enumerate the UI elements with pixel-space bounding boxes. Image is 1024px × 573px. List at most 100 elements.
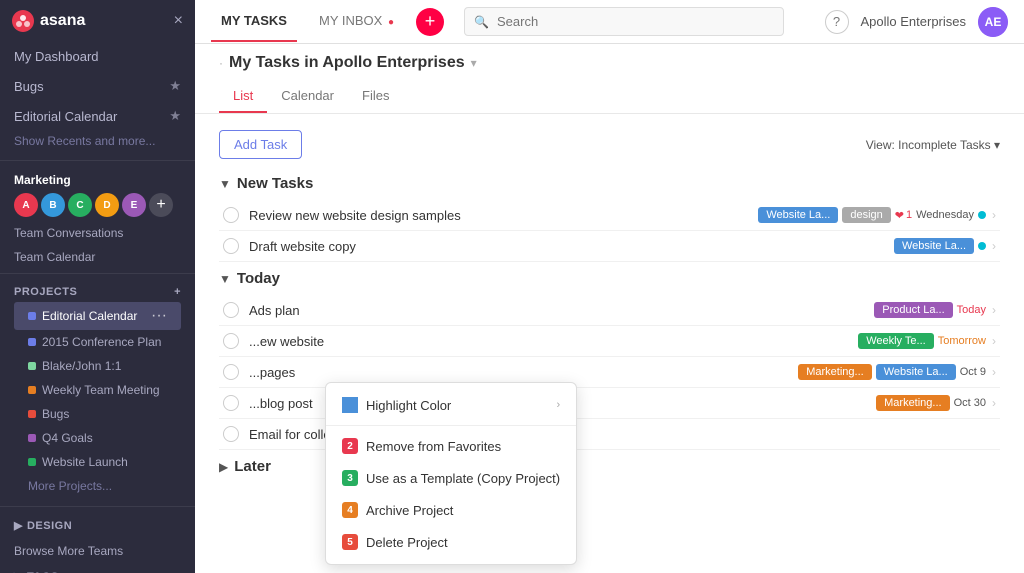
task-arrow-icon[interactable]: ›	[992, 365, 996, 379]
menu-item-archive-project[interactable]: 4 Archive Project	[326, 494, 576, 526]
sidebar-item-editorial-calendar[interactable]: Editorial Calendar ···	[14, 302, 181, 330]
search-icon: 🔍	[474, 15, 489, 29]
due-date: Today	[957, 304, 986, 316]
task-checkbox[interactable]	[223, 333, 239, 349]
top-right: ? Apollo Enterprises AE	[825, 7, 1009, 37]
add-project-icon[interactable]: +	[174, 286, 181, 298]
design-section-header[interactable]: ▶ DESIGN	[14, 519, 181, 532]
browse-teams-link[interactable]: Browse More Teams	[0, 540, 195, 562]
task-arrow-icon[interactable]: ›	[992, 239, 996, 253]
more-projects-link[interactable]: More Projects...	[14, 474, 181, 498]
task-name: ...ew website	[249, 334, 848, 349]
page-title-dropdown-icon[interactable]: ▾	[471, 56, 477, 70]
section-divider	[0, 506, 195, 507]
marketing-team-name: Marketing	[14, 173, 181, 187]
project-label: Bugs	[42, 407, 69, 421]
today-section-header: ▼ Today	[219, 270, 1000, 287]
add-button[interactable]: +	[416, 8, 444, 36]
page-title-row: · My Tasks in Apollo Enterprises ▾	[219, 54, 1000, 72]
add-member-button[interactable]: +	[149, 193, 173, 217]
sidebar-item-conference-plan[interactable]: 2015 Conference Plan	[14, 330, 181, 354]
project-more-icon[interactable]: ···	[151, 307, 167, 325]
view-tabs: List Calendar Files	[219, 80, 1000, 113]
tab-files[interactable]: Files	[348, 80, 403, 113]
task-name: ...pages	[249, 365, 788, 380]
chevron-right-icon: ▶	[14, 519, 23, 532]
avatar: D	[95, 193, 119, 217]
task-arrow-icon[interactable]: ›	[992, 334, 996, 348]
search-input[interactable]	[464, 7, 784, 36]
sidebar-item-bugs[interactable]: Bugs ★	[0, 71, 195, 101]
task-checkbox[interactable]	[223, 207, 239, 223]
menu-item-number-badge: 2	[342, 438, 358, 454]
sidebar-item-website-launch[interactable]: Website Launch	[14, 450, 181, 474]
design-section: ▶ DESIGN	[0, 511, 195, 540]
table-row: Draft website copy Website La... ›	[219, 231, 1000, 262]
sidebar-item-blake-john[interactable]: Blake/John 1:1	[14, 354, 181, 378]
task-tags: Product La... Today ›	[874, 302, 996, 318]
sidebar: asana × My Dashboard Bugs ★ Editorial Ca…	[0, 0, 195, 573]
design-label: DESIGN	[27, 520, 72, 532]
tab-my-tasks[interactable]: MY TASKS	[211, 1, 297, 42]
page-header: · My Tasks in Apollo Enterprises ▾ List …	[195, 44, 1024, 114]
task-arrow-icon[interactable]: ›	[992, 303, 996, 317]
section-divider	[0, 160, 195, 161]
sidebar-header: asana ×	[0, 0, 195, 42]
project-color-dot	[28, 386, 36, 394]
project-color-dot	[28, 458, 36, 466]
new-tasks-section-header: ▼ New Tasks	[219, 175, 1000, 192]
close-sidebar-button[interactable]: ×	[174, 12, 183, 30]
tab-list[interactable]: List	[219, 80, 267, 113]
menu-item-remove-favorites[interactable]: 2 Remove from Favorites	[326, 430, 576, 462]
menu-item-number-badge: 5	[342, 534, 358, 550]
later-title: Later	[234, 458, 271, 475]
color-square-icon	[342, 397, 358, 413]
task-checkbox[interactable]	[223, 426, 239, 442]
avatar: C	[68, 193, 92, 217]
menu-item-delete-project[interactable]: 5 Delete Project	[326, 526, 576, 558]
section-toggle-icon[interactable]: ▼	[219, 272, 231, 286]
marketing-team-section: Marketing A B C D E +	[0, 165, 195, 221]
sidebar-item-q4-goals[interactable]: Q4 Goals	[14, 426, 181, 450]
menu-item-use-template[interactable]: 3 Use as a Template (Copy Project)	[326, 462, 576, 494]
task-tags: Website La... ›	[894, 238, 996, 254]
tag: Weekly Te...	[858, 333, 934, 349]
section-toggle-icon[interactable]: ▶	[219, 460, 228, 474]
task-name: Ads plan	[249, 303, 864, 318]
sidebar-item-editorial[interactable]: Editorial Calendar ★	[0, 101, 195, 131]
new-tasks-title: New Tasks	[237, 175, 313, 192]
sidebar-item-dashboard[interactable]: My Dashboard	[0, 42, 195, 71]
tag: Marketing...	[798, 364, 871, 380]
tab-my-inbox-label: MY INBOX	[319, 13, 382, 28]
user-avatar: AE	[978, 7, 1008, 37]
avatar: A	[14, 193, 38, 217]
view-selector[interactable]: View: Incomplete Tasks ▾	[866, 138, 1000, 152]
task-checkbox[interactable]	[223, 395, 239, 411]
help-button[interactable]: ?	[825, 10, 849, 34]
task-checkbox[interactable]	[223, 238, 239, 254]
content-toolbar: Add Task View: Incomplete Tasks ▾	[219, 130, 1000, 159]
menu-item-label: Delete Project	[366, 535, 448, 550]
sidebar-item-bugs[interactable]: Bugs	[14, 402, 181, 426]
task-checkbox[interactable]	[223, 364, 239, 380]
add-task-button[interactable]: Add Task	[219, 130, 302, 159]
avatar: B	[41, 193, 65, 217]
sidebar-item-weekly-meeting[interactable]: Weekly Team Meeting	[14, 378, 181, 402]
team-conversations-link[interactable]: Team Conversations	[0, 221, 195, 245]
tab-calendar[interactable]: Calendar	[267, 80, 348, 113]
show-recents-link[interactable]: Show Recents and more...	[0, 131, 195, 156]
project-color-dot	[28, 434, 36, 442]
tab-my-inbox[interactable]: MY INBOX ●	[309, 1, 404, 42]
tag: design	[842, 207, 890, 223]
team-calendar-link[interactable]: Team Calendar	[0, 245, 195, 269]
menu-item-highlight-color[interactable]: Highlight Color ›	[326, 389, 576, 421]
task-checkbox[interactable]	[223, 302, 239, 318]
task-arrow-icon[interactable]: ›	[992, 396, 996, 410]
task-arrow-icon[interactable]: ›	[992, 208, 996, 222]
projects-section: PROJECTS + Editorial Calendar ··· 2015 C…	[0, 278, 195, 502]
team-avatars: A B C D E +	[14, 193, 181, 217]
projects-header: PROJECTS +	[14, 286, 181, 298]
menu-item-number-badge: 3	[342, 470, 358, 486]
project-color-dot	[28, 410, 36, 418]
section-toggle-icon[interactable]: ▼	[219, 177, 231, 191]
